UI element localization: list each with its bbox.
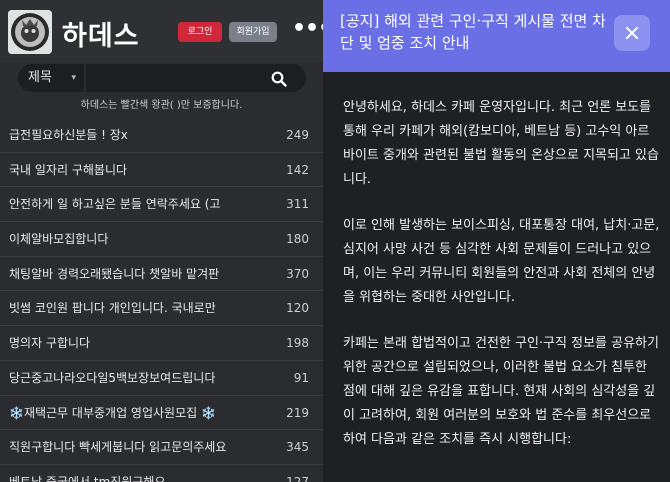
post-row[interactable]: 이체알바모집합니다 180 [0,222,323,257]
post-row[interactable]: 직원구합니다 빡세게붑니다 읽고문의주세요 345 [0,430,323,465]
post-list-panel: 하데스 로그인 회원가입 ••• 제목 ▾ 하데스는 빨간색 왕관( )만 보증… [0,0,332,482]
search-field-select[interactable]: 제목 ▾ [18,64,84,92]
search-bar: 제목 ▾ [0,62,323,94]
cafe-logo[interactable] [8,10,52,54]
post-count: 120 [286,301,309,316]
post-title[interactable]: ❄️재택근무 대부중개업 영업사원모집 ❄️ [9,396,264,430]
post-count: 345 [286,440,309,455]
post-row[interactable]: 빗썸 코인원 팝니다 개인입니다. 국내로만 120 [0,291,323,327]
warranty-notice: 하데스는 빨간색 왕관( )만 보증합니다. [80,100,243,111]
post-count: 249 [286,128,309,142]
modal-header: [공지] 해외 관련 구인·구직 게시물 전면 차단 및 엄중 조치 안내 [323,0,670,72]
modal-title: [공지] 해외 관련 구인·구직 게시물 전면 차단 및 엄중 조치 안내 [340,12,606,52]
post-title[interactable]: 채팅알바 경력오래됐습니다 챗알바 맡겨판 [9,257,264,291]
modal-paragraph: 이로 인해 발생하는 보이스피싱, 대포통장 대여, 납치·고문, 심지어 사망… [343,218,660,305]
post-list: 급전필요하신분들 ! 장x 249 국내 일자리 구해봅니다 142 안전하게 일 … [0,118,323,482]
post-count: 311 [286,197,309,212]
post-row[interactable]: 베트남,중국에서 tm직원구해요 127 [0,465,323,482]
post-title[interactable]: 당근중고나라오다일5백보장보여드립니다 [9,361,264,395]
notice-modal: [공지] 해외 관련 구인·구직 게시물 전면 차단 및 엄중 조치 안내 안녕… [323,0,670,482]
top-header: 하데스 로그인 회원가입 ••• [0,0,332,62]
join-button[interactable]: 회원가입 [229,22,277,42]
post-row[interactable]: 급전필요하신분들 ! 장x 249 [0,118,323,153]
post-row[interactable]: 명의자 구합니다 198 [0,326,323,361]
modal-paragraph: 카페는 본래 합법적이고 건전한 구인·구직 정보를 공유하기 위한 공간으로 … [343,336,659,447]
post-title[interactable]: 빗썸 코인원 팝니다 개인입니다. 국내로만 [9,291,264,325]
post-count: 91 [293,370,309,385]
brand-title[interactable]: 하데스 [62,14,140,53]
post-count: 127 [286,474,309,482]
login-button[interactable]: 로그인 [178,22,222,42]
post-count: 219 [286,405,309,420]
search-field-label: 제목 [28,70,52,85]
post-count: 142 [286,162,309,177]
modal-paragraph: 안녕하세요, 하데스 카페 운영자입니다. 최근 언론 보도를 통해 우리 카페… [343,100,659,187]
post-row[interactable]: 국내 일자리 구해봅니다 142 [0,153,323,188]
post-title[interactable]: 급전필요하신분들 ! 장x [9,118,264,152]
chevron-down-icon: ▾ [71,73,76,83]
post-row[interactable]: 안전하게 일 하고싶은 분들 연락주세요 (고 311 [0,187,323,223]
post-count: 198 [286,336,309,351]
post-title[interactable]: 안전하게 일 하고싶은 분들 연락주세요 (고 [9,187,264,221]
modal-body: 안녕하세요, 하데스 카페 운영자입니다. 최근 언론 보도를 통해 우리 카페… [343,96,661,474]
post-count: 180 [286,232,309,247]
post-title[interactable]: 직원구합니다 빡세게붑니다 읽고문의주세요 [9,430,264,464]
post-row[interactable]: 당근중고나라오다일5백보장보여드립니다 91 [0,361,323,396]
crest-icon [8,10,52,54]
search-icon[interactable] [271,71,287,87]
post-row[interactable]: ❄️재택근무 대부중개업 영업사원모집 ❄️ 219 [0,396,323,431]
post-row[interactable]: 채팅알바 경력오래됐습니다 챗알바 맡겨판 370 [0,257,323,292]
post-title[interactable]: 명의자 구합니다 [9,326,264,360]
post-title[interactable]: 이체알바모집합니다 [9,222,264,256]
post-title[interactable]: 국내 일자리 구해봅니다 [9,153,264,187]
post-count: 370 [286,266,309,281]
close-icon[interactable] [614,15,650,51]
post-title[interactable]: 베트남,중국에서 tm직원구해요 [9,465,264,482]
